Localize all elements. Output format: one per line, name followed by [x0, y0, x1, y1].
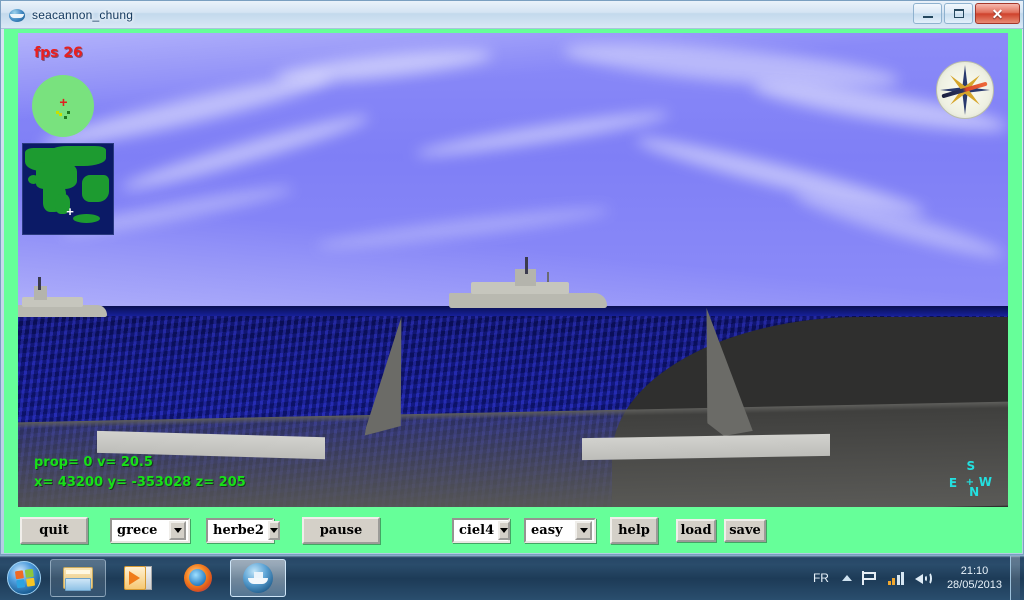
maximize-button[interactable]	[944, 3, 973, 24]
firefox-icon	[184, 564, 212, 592]
chevron-down-icon[interactable]	[498, 520, 511, 540]
close-icon: ✕	[991, 5, 1004, 22]
taskbar-item-file-explorer[interactable]	[50, 559, 106, 597]
minimize-icon	[922, 15, 933, 18]
compass-east-label: E	[948, 475, 958, 490]
texture-select-value: herbe2	[213, 522, 264, 538]
ship-app-icon	[243, 563, 273, 593]
window-title: seacannon_chung	[32, 7, 134, 22]
help-button[interactable]: help	[610, 516, 658, 544]
taskbar-item-firefox[interactable]	[170, 559, 226, 597]
difficulty-select[interactable]: easy	[524, 517, 596, 543]
minimap[interactable]: +	[22, 143, 114, 235]
sky-background	[18, 33, 1008, 308]
control-bar: quit grece herbe2 pause ciel4 easy help …	[4, 507, 1022, 553]
folder-icon	[63, 565, 93, 591]
taskbar-item-media-player[interactable]	[110, 559, 166, 597]
compass-rose-icon	[936, 61, 994, 119]
action-center-button[interactable]	[861, 571, 878, 585]
flag-icon	[861, 571, 878, 585]
difficulty-select-value: easy	[531, 522, 563, 538]
enemy-ship-center	[448, 257, 608, 308]
compass-center-label: +	[965, 477, 974, 488]
save-button[interactable]: save	[724, 518, 766, 542]
load-button[interactable]: load	[676, 518, 716, 542]
texture-select[interactable]: herbe2	[206, 517, 280, 543]
hud-prop-speed: prop= 0 v= 20.5	[34, 455, 153, 470]
deck-panel-right	[582, 433, 830, 460]
hud-telemetry: prop= 0 v= 20.5 x= 43200 y= -353028 z= 2…	[34, 453, 246, 493]
sky-select[interactable]: ciel4	[452, 517, 511, 543]
minimap-marker-icon: +	[66, 204, 74, 219]
sky-select-value: ciel4	[459, 522, 495, 538]
application-window: seacannon_chung ✕ fps 26 + + prop= 0 v= …	[0, 0, 1024, 555]
show-desktop-button[interactable]	[1010, 556, 1020, 600]
radar-marker-icon: +	[59, 94, 68, 111]
clock-date: 28/05/2013	[946, 579, 1002, 591]
enemy-ship-left	[18, 277, 108, 318]
heading-compass-icon: S E W N +	[948, 459, 992, 499]
applet-area: fps 26 + + prop= 0 v= 20.5 x= 43200 y= -…	[4, 29, 1022, 553]
clock-time: 21:10	[960, 565, 989, 577]
taskbar-item-seacannon[interactable]	[230, 559, 286, 597]
chevron-down-icon[interactable]	[169, 520, 186, 540]
maximize-icon	[953, 9, 964, 18]
desktop: seacannon_chung ✕ fps 26 + + prop= 0 v= …	[0, 0, 1024, 600]
chevron-down-icon[interactable]	[575, 520, 592, 540]
pause-button[interactable]: pause	[302, 516, 380, 544]
show-hidden-icons-button[interactable]	[841, 575, 852, 581]
terrain-select[interactable]: grece	[110, 517, 190, 543]
compass-south-label: S	[966, 459, 976, 473]
fps-counter: fps 26	[34, 45, 83, 61]
window-titlebar[interactable]: seacannon_chung ✕	[1, 1, 1023, 29]
window-buttons: ✕	[913, 3, 1020, 24]
speaker-icon	[914, 571, 932, 586]
volume-button[interactable]	[914, 571, 932, 586]
terrain-select-value: grece	[117, 522, 158, 538]
clock[interactable]: 21:10 28/05/2013	[947, 564, 1002, 592]
compass-west-label: W	[978, 475, 992, 489]
network-icon	[887, 571, 905, 585]
media-player-icon	[124, 565, 152, 591]
chevron-up-icon	[841, 575, 852, 581]
hud-coordinates: x= 43200 y= -353028 z= 205	[34, 475, 246, 490]
minimize-button[interactable]	[913, 3, 942, 24]
start-button[interactable]	[2, 559, 46, 597]
ship-globe-icon	[8, 6, 26, 24]
language-indicator[interactable]: FR	[813, 571, 829, 585]
chevron-down-icon[interactable]	[267, 520, 280, 540]
windows-taskbar: FR 21:10 28/05/2013	[0, 555, 1024, 600]
windows-logo-icon	[7, 561, 41, 595]
network-button[interactable]	[887, 571, 905, 585]
radar-display: +	[32, 75, 94, 137]
close-button[interactable]: ✕	[975, 3, 1020, 24]
system-tray: FR 21:10 28/05/2013	[809, 556, 1024, 600]
quit-button[interactable]: quit	[20, 516, 88, 544]
game-viewport[interactable]: fps 26 + + prop= 0 v= 20.5 x= 43200 y= -…	[18, 33, 1008, 507]
